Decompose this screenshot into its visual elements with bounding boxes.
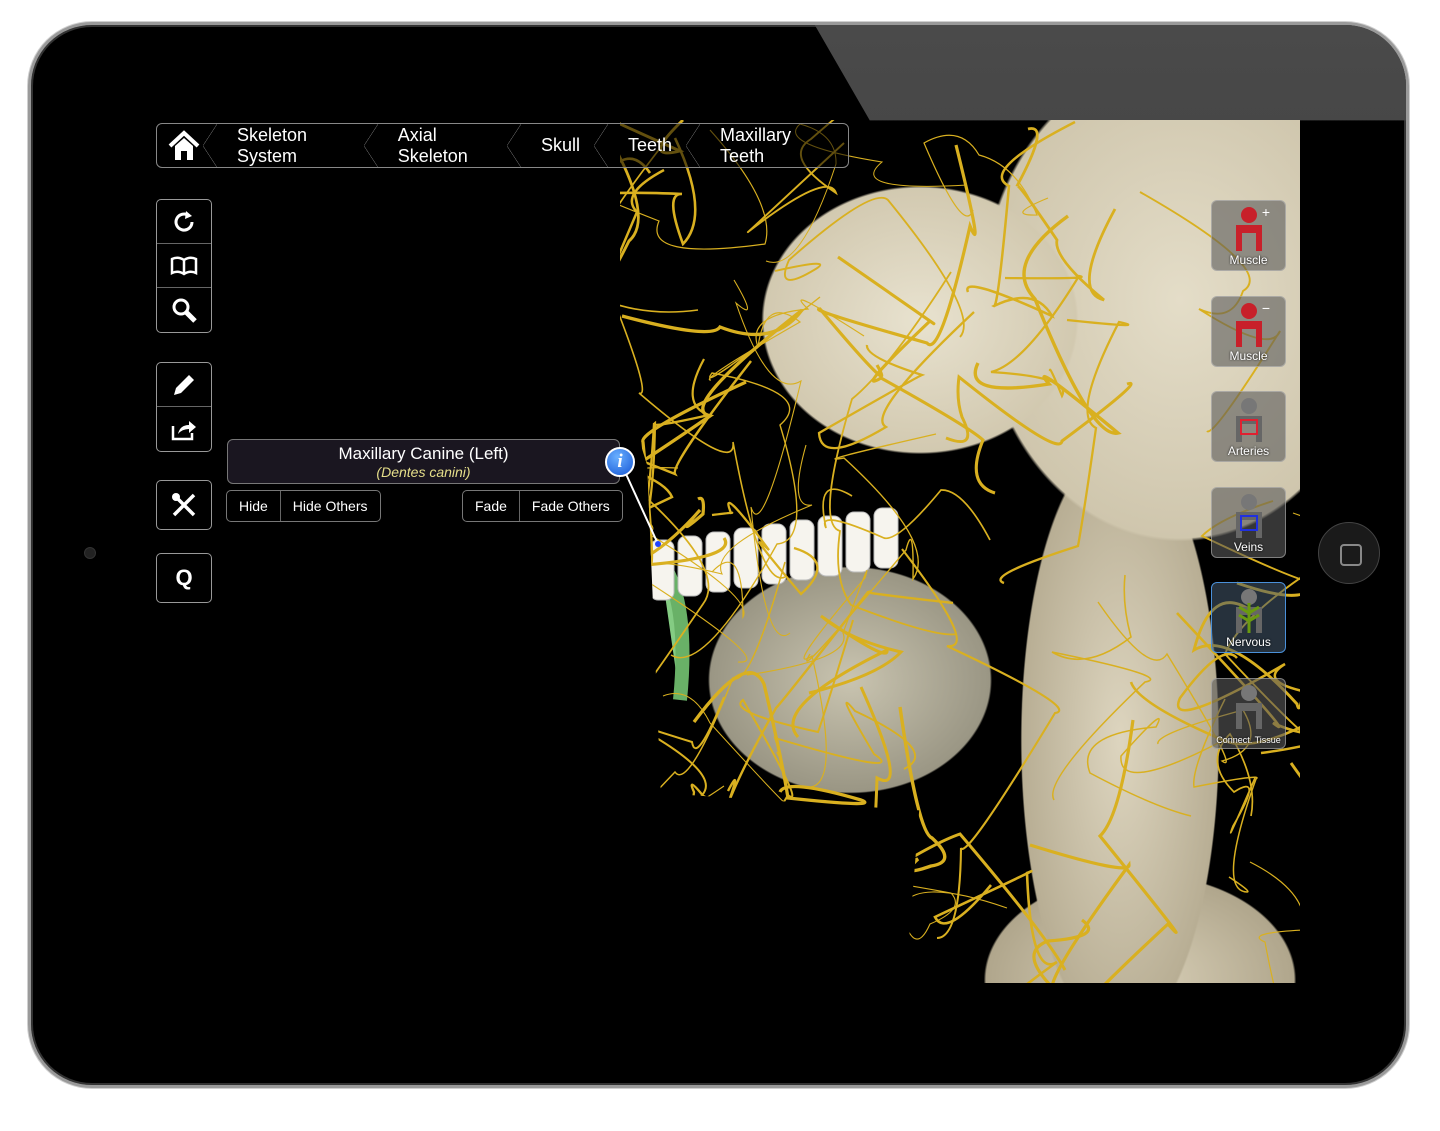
- system-label: Nervous: [1226, 635, 1271, 649]
- tooth: [845, 511, 871, 573]
- nerve: [774, 196, 965, 338]
- breadcrumb: Skeleton System Axial Skeleton Skull Tee…: [156, 123, 849, 168]
- structure-name: Maxillary Canine (Left): [338, 444, 509, 463]
- nerve: [837, 255, 996, 495]
- tools-icon: [172, 493, 196, 517]
- body-figure-icon: [1235, 589, 1262, 633]
- hide-button-group: Hide Hide Others: [226, 490, 381, 522]
- body-figure-icon: +: [1235, 205, 1270, 251]
- system-toggle-arteries[interactable]: Arteries: [1211, 391, 1286, 462]
- nerve: [1292, 512, 1300, 773]
- share-icon: [171, 421, 196, 441]
- nerve: [1051, 574, 1152, 801]
- nerve: [999, 318, 1130, 585]
- annotate-toolbar: [156, 362, 212, 452]
- fade-button-group: Fade Fade Others: [462, 490, 623, 522]
- nerve: [1197, 861, 1300, 983]
- nerve: [692, 671, 867, 806]
- breadcrumb-item[interactable]: Skeleton System: [217, 124, 378, 167]
- system-toggle-muscle[interactable]: − Muscle: [1211, 295, 1286, 367]
- nerve: [990, 274, 1083, 399]
- system-toggle-veins[interactable]: Veins: [1211, 486, 1286, 558]
- view-toolbar: [156, 199, 212, 333]
- quiz-toolbar: Q: [156, 553, 212, 603]
- breadcrumb-item-current[interactable]: Maxillary Teeth: [700, 124, 848, 167]
- nerve: [933, 869, 1058, 983]
- hardware-home-button[interactable]: [1318, 522, 1380, 584]
- nerve: [1015, 127, 1117, 302]
- breadcrumb-home[interactable]: [157, 124, 217, 167]
- system-toggle-nervous[interactable]: Nervous: [1211, 582, 1286, 653]
- breadcrumb-item[interactable]: Axial Skeleton: [378, 124, 522, 167]
- svg-text:+: +: [1261, 205, 1269, 220]
- book-button[interactable]: [157, 244, 211, 288]
- system-toggle-muscle[interactable]: + Muscle: [1211, 200, 1286, 271]
- svg-text:−: −: [1261, 301, 1269, 316]
- system-label: Connect. Tissue: [1216, 734, 1281, 745]
- nerve: [726, 589, 954, 805]
- nerve: [1289, 762, 1300, 892]
- settings-toolbar: [156, 480, 212, 530]
- system-label: Veins: [1233, 539, 1264, 554]
- reset-icon: [174, 210, 194, 231]
- pencil-button[interactable]: [157, 363, 211, 407]
- system-toggle-connect-tissue[interactable]: Connect. Tissue: [1211, 677, 1286, 749]
- nerve: [817, 311, 975, 450]
- quiz-button[interactable]: Q: [157, 554, 211, 602]
- nerve: [620, 168, 665, 358]
- camera: [84, 547, 96, 559]
- hide-others-button[interactable]: Hide Others: [281, 491, 380, 521]
- tools-button[interactable]: [157, 481, 211, 529]
- system-label: Muscle: [1229, 253, 1268, 267]
- share-button[interactable]: [157, 407, 211, 451]
- body-figure-icon: −: [1235, 301, 1270, 347]
- book-icon: [170, 255, 198, 276]
- fade-button[interactable]: Fade: [463, 491, 520, 521]
- nerve: [670, 296, 821, 659]
- label-leader-line: [625, 473, 661, 547]
- pencil-icon: [174, 374, 194, 395]
- search-button[interactable]: [157, 288, 211, 332]
- body-figure-icon: [1235, 684, 1262, 729]
- reset-button[interactable]: [157, 200, 211, 244]
- home-icon: [168, 129, 200, 160]
- fade-others-button[interactable]: Fade Others: [520, 491, 622, 521]
- nerve: [1216, 732, 1256, 834]
- selection-label: Maxillary Canine (Left) (Dentes canini): [227, 439, 620, 484]
- nerve: [966, 120, 1076, 319]
- body-figure-icon: [1235, 493, 1262, 538]
- breadcrumb-item[interactable]: Teeth: [608, 124, 701, 167]
- hide-button[interactable]: Hide: [227, 491, 281, 521]
- nerve: [1086, 717, 1221, 817]
- system-label: Arteries: [1227, 444, 1270, 458]
- body-figure-icon: [1235, 398, 1262, 442]
- breadcrumb-item[interactable]: Skull: [521, 124, 609, 167]
- structure-latin-name: (Dentes canini): [376, 464, 471, 480]
- search-icon: [172, 298, 197, 323]
- nerve: [791, 614, 904, 739]
- system-label: Muscle: [1229, 348, 1268, 363]
- info-button[interactable]: i: [605, 447, 635, 477]
- nerve: [901, 548, 1061, 940]
